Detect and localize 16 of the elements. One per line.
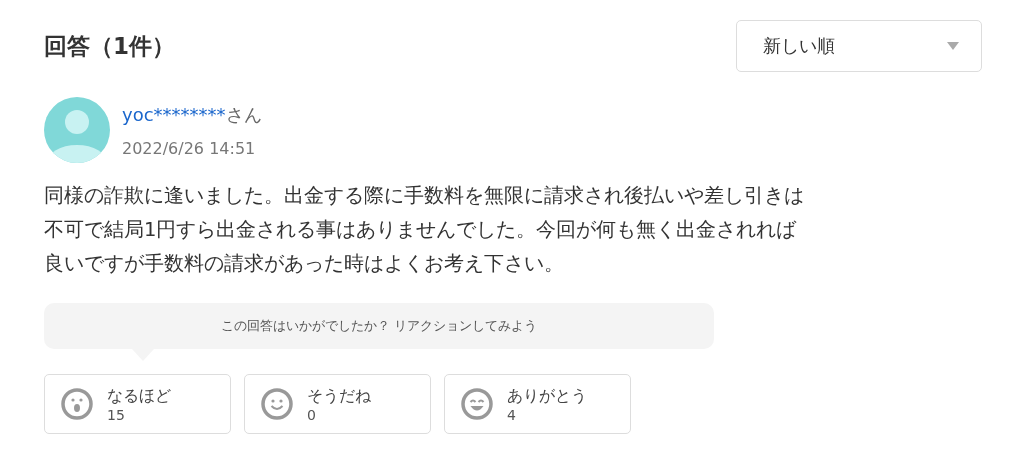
surprised-face-icon	[61, 388, 93, 420]
username-link[interactable]: yoc********	[122, 103, 226, 125]
reaction-button[interactable]: そうだね 0	[244, 374, 431, 434]
smiley-face-icon	[261, 388, 293, 420]
answer-text-line: 同様の詐欺に逢いました。出金する際に手数料を無限に請求され後払いや差し引きは	[44, 183, 805, 209]
caret-icon	[947, 42, 959, 50]
reaction-button[interactable]: ありがとう 4	[444, 374, 631, 434]
honorific: さん	[225, 102, 262, 127]
sort-dropdown[interactable]: 新しい順	[736, 20, 982, 72]
reaction-prompt: この回答はいかがでしたか？ リアクションしてみよう	[221, 317, 537, 335]
answers-heading: 回答（1件）	[44, 31, 175, 61]
answer-date: 2022/6/26 14:51	[122, 138, 257, 158]
answer-text-line: 良いですが手数料の請求があった時はよくお考え下さい。	[44, 251, 565, 277]
answer-text-line: 不可で結局1円すら出金される事はありませんでした。今回が何も無く出金されれば	[44, 217, 798, 243]
reaction-button[interactable]: なるほど 15	[44, 374, 231, 434]
grinning-face-icon	[461, 388, 493, 420]
